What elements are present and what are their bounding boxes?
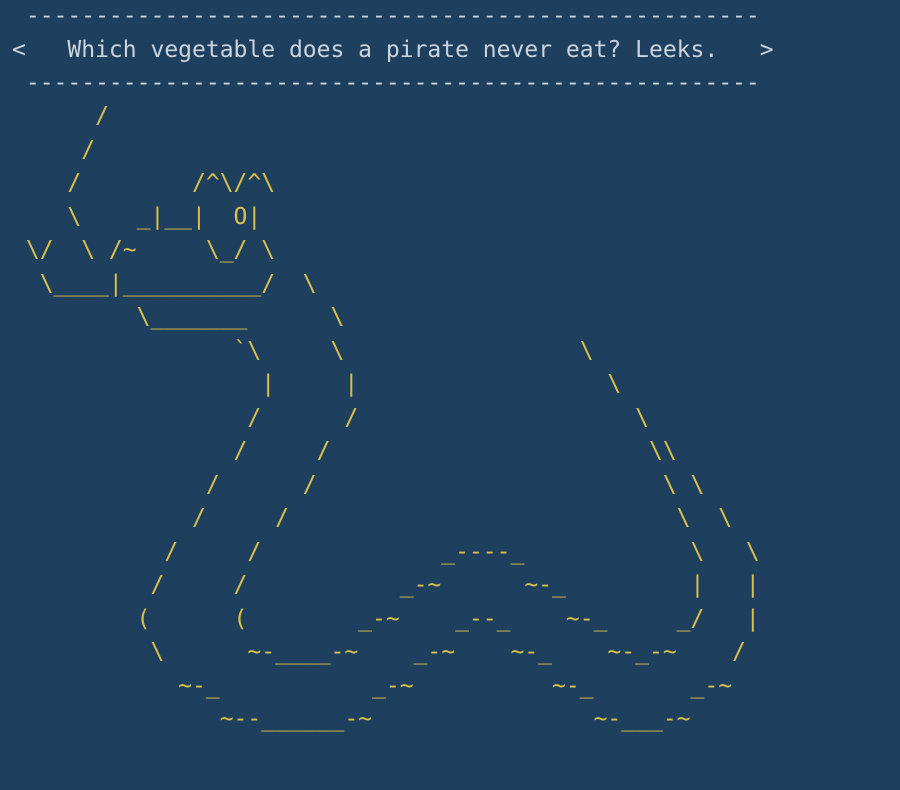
ascii-art-line: / / _-~ ~-_ | | bbox=[12, 572, 760, 598]
ascii-art-line: / bbox=[12, 136, 96, 163]
ascii-art-line: `\ \ \ bbox=[12, 337, 594, 364]
ascii-art-line: / / \ bbox=[12, 404, 649, 431]
ascii-art-line: ( ( _-~ _--_ ~-_ _/ | bbox=[12, 605, 760, 632]
ascii-art-line: \_______ \ bbox=[12, 304, 345, 330]
ascii-art-line: \____|__________/ \ bbox=[12, 270, 317, 297]
ascii-art-line: / bbox=[12, 103, 109, 129]
ascii-art-line: ~-_ _-~ ~-_ _-~ bbox=[12, 672, 733, 699]
ascii-snake-art: / / / /^\/^\ \ _|__| O| \/ \ /~ \_/ \ \_… bbox=[12, 100, 760, 737]
ascii-art-line: / / _----_ \ \ bbox=[12, 538, 760, 565]
speech-bubble-message: < Which vegetable does a pirate never ea… bbox=[12, 36, 774, 63]
speech-bubble-top-border: ----------------------------------------… bbox=[12, 3, 760, 29]
ascii-art-line: / / \ \ bbox=[12, 505, 733, 531]
speech-bubble: ----------------------------------------… bbox=[12, 0, 774, 101]
ascii-art-line: | | \ bbox=[12, 371, 622, 397]
ascii-art-line: / / \\ bbox=[12, 438, 677, 464]
ascii-art-line: / / \ \ bbox=[12, 471, 705, 498]
speech-bubble-bottom-border: ----------------------------------------… bbox=[12, 70, 760, 96]
ascii-art-line: \ _|__| O| bbox=[12, 203, 262, 230]
terminal-window: ----------------------------------------… bbox=[0, 0, 900, 790]
ascii-art-line: / /^\/^\ bbox=[12, 170, 276, 196]
ascii-art-line: ~--______-~ ~-___-~ bbox=[12, 706, 691, 732]
ascii-art-line: \/ \ /~ \_/ \ bbox=[12, 237, 276, 263]
ascii-art-line: \ ~-____-~ _-~ ~-_ ~-_-~ / bbox=[12, 639, 746, 665]
